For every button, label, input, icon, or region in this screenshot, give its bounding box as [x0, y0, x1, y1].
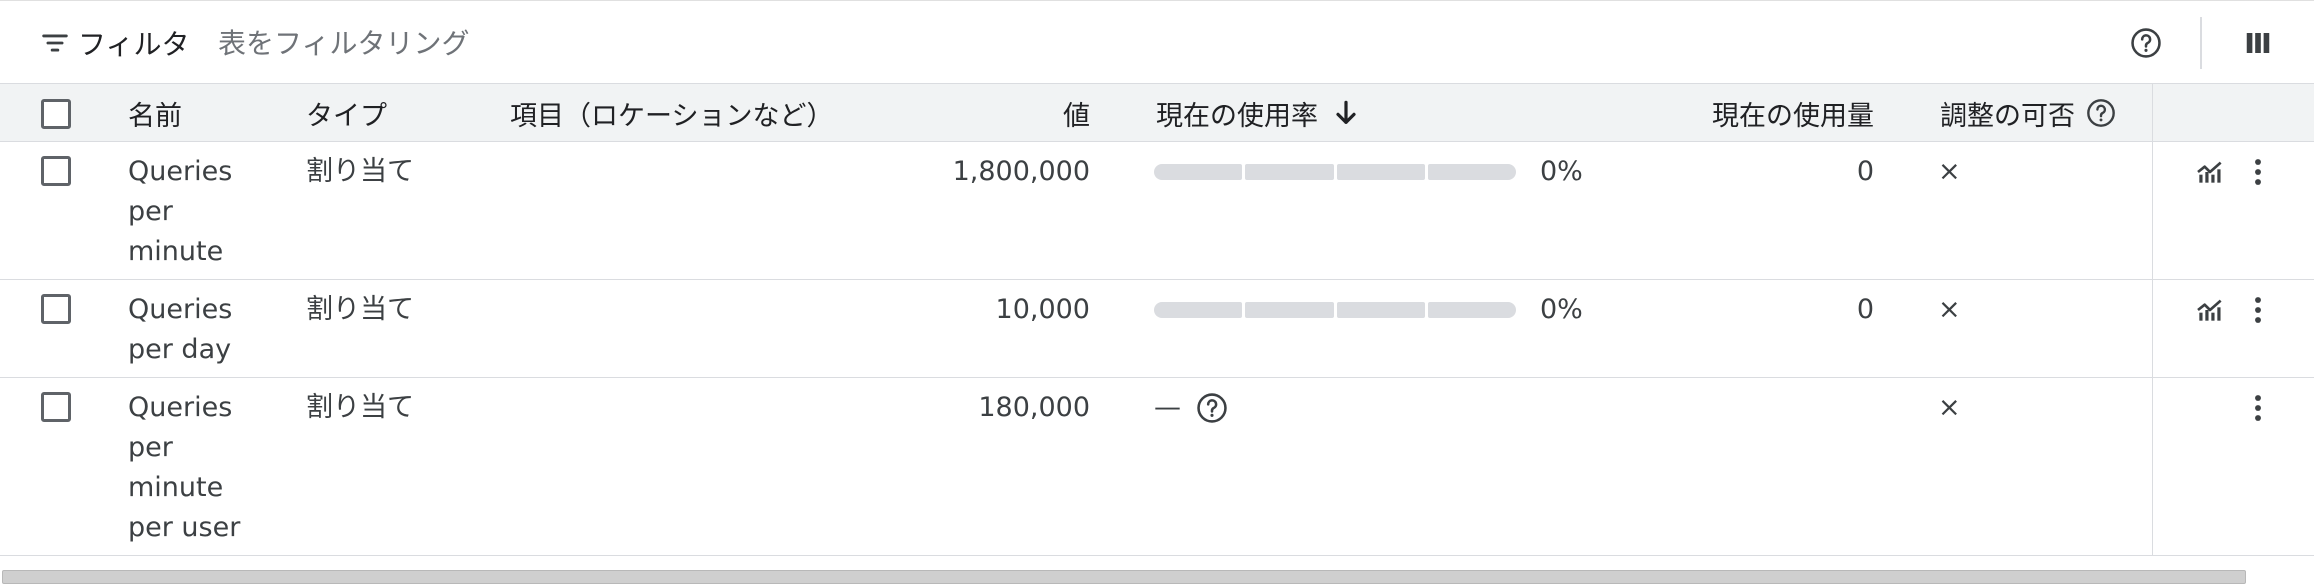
row-adjustable: ×: [1938, 156, 1961, 187]
more-vert-icon: [2255, 395, 2261, 421]
row-usage: 0: [1856, 294, 1874, 325]
row-checkbox[interactable]: [41, 392, 71, 422]
table-row: Queries per minute 割り当て 1,800,000 0% 0 ×: [0, 142, 2314, 280]
filter-input[interactable]: [218, 21, 1418, 65]
row-name: Queries per minute: [128, 156, 233, 267]
column-header-usage-pct-label: 現在の使用率: [1156, 100, 1318, 132]
usage-progress-bar: [1154, 302, 1516, 318]
column-display-button[interactable]: [2236, 21, 2280, 65]
column-header-dimensions[interactable]: 項目（ロケーションなど）: [510, 84, 833, 142]
row-checkbox[interactable]: [41, 294, 71, 324]
row-type: 割り当て: [306, 392, 414, 423]
column-header-adjustable[interactable]: 調整の可否: [1940, 84, 2117, 142]
row-usage: 0: [1856, 156, 1874, 187]
sticky-column-divider: [2152, 142, 2153, 279]
more-vert-icon: [2255, 159, 2261, 185]
help-button[interactable]: [2124, 21, 2168, 65]
table-header: 名前 タイプ 項目（ロケーションなど） 値 現在の使用率 現在の使用量 調整の可…: [0, 84, 2314, 142]
help-circle-icon[interactable]: [1195, 391, 1229, 425]
row-adjustable: ×: [1938, 392, 1961, 423]
monitoring-chart-icon: [2197, 161, 2222, 183]
row-usage-pct: —: [1154, 388, 1229, 428]
row-name: Queries per minute per user: [128, 392, 241, 543]
row-adjustable: ×: [1938, 294, 1961, 325]
row-value: 180,000: [978, 392, 1090, 423]
sticky-column-divider: [2152, 378, 2153, 555]
table-row: Queries per minute per user 割り当て 180,000…: [0, 378, 2314, 556]
column-header-name[interactable]: 名前: [128, 84, 182, 142]
filter-label: フィルタ: [78, 28, 190, 61]
more-vert-icon: [2255, 297, 2261, 323]
filter-list-icon: [42, 34, 68, 52]
filter-button[interactable]: フィルタ: [38, 21, 189, 65]
monitoring-button[interactable]: [2190, 290, 2230, 330]
quota-table: 名前 タイプ 項目（ロケーションなど） 値 現在の使用率 現在の使用量 調整の可…: [0, 84, 2314, 556]
horizontal-scrollbar[interactable]: [2, 570, 2246, 584]
row-actions-menu-button[interactable]: [2238, 152, 2278, 192]
sticky-column-divider: [2152, 280, 2153, 377]
row-usage-pct: 0%: [1540, 294, 1583, 325]
column-header-adjustable-label: 調整の可否: [1940, 100, 2075, 132]
row-name: Queries per day: [128, 294, 233, 365]
row-actions-menu-button[interactable]: [2238, 388, 2278, 428]
filter-toolbar: フィルタ: [0, 0, 2314, 84]
help-circle-icon[interactable]: [2085, 97, 2117, 129]
usage-progress-bar: [1154, 164, 1516, 180]
row-type: 割り当て: [306, 294, 414, 325]
table-row: Queries per day 割り当て 10,000 0% 0 ×: [0, 280, 2314, 378]
select-all-checkbox[interactable]: [41, 99, 71, 129]
no-data-dash: —: [1154, 392, 1181, 423]
row-type: 割り当て: [306, 156, 414, 187]
row-actions-menu-button[interactable]: [2238, 290, 2278, 330]
monitoring-button[interactable]: [2190, 152, 2230, 192]
column-header-usage-pct[interactable]: 現在の使用率: [1156, 84, 1362, 142]
row-usage-pct: 0%: [1540, 156, 1583, 187]
row-checkbox[interactable]: [41, 156, 71, 186]
arrow-down-icon: [1336, 100, 1356, 124]
row-value: 1,800,000: [952, 156, 1090, 187]
monitoring-chart-icon: [2197, 299, 2222, 321]
row-value: 10,000: [995, 294, 1090, 325]
column-header-type[interactable]: タイプ: [306, 84, 387, 142]
sticky-column-divider: [2152, 84, 2153, 141]
quota-table-view: フィルタ 名前 タイプ 項目（ロケーションなど） 値: [0, 0, 2314, 584]
column-selector-icon: [2246, 33, 2270, 53]
toolbar-divider: [2200, 17, 2202, 69]
help-circle-icon: [2131, 28, 2161, 58]
column-header-value[interactable]: 値: [960, 84, 1090, 142]
column-header-usage[interactable]: 現在の使用量: [1580, 84, 1874, 142]
